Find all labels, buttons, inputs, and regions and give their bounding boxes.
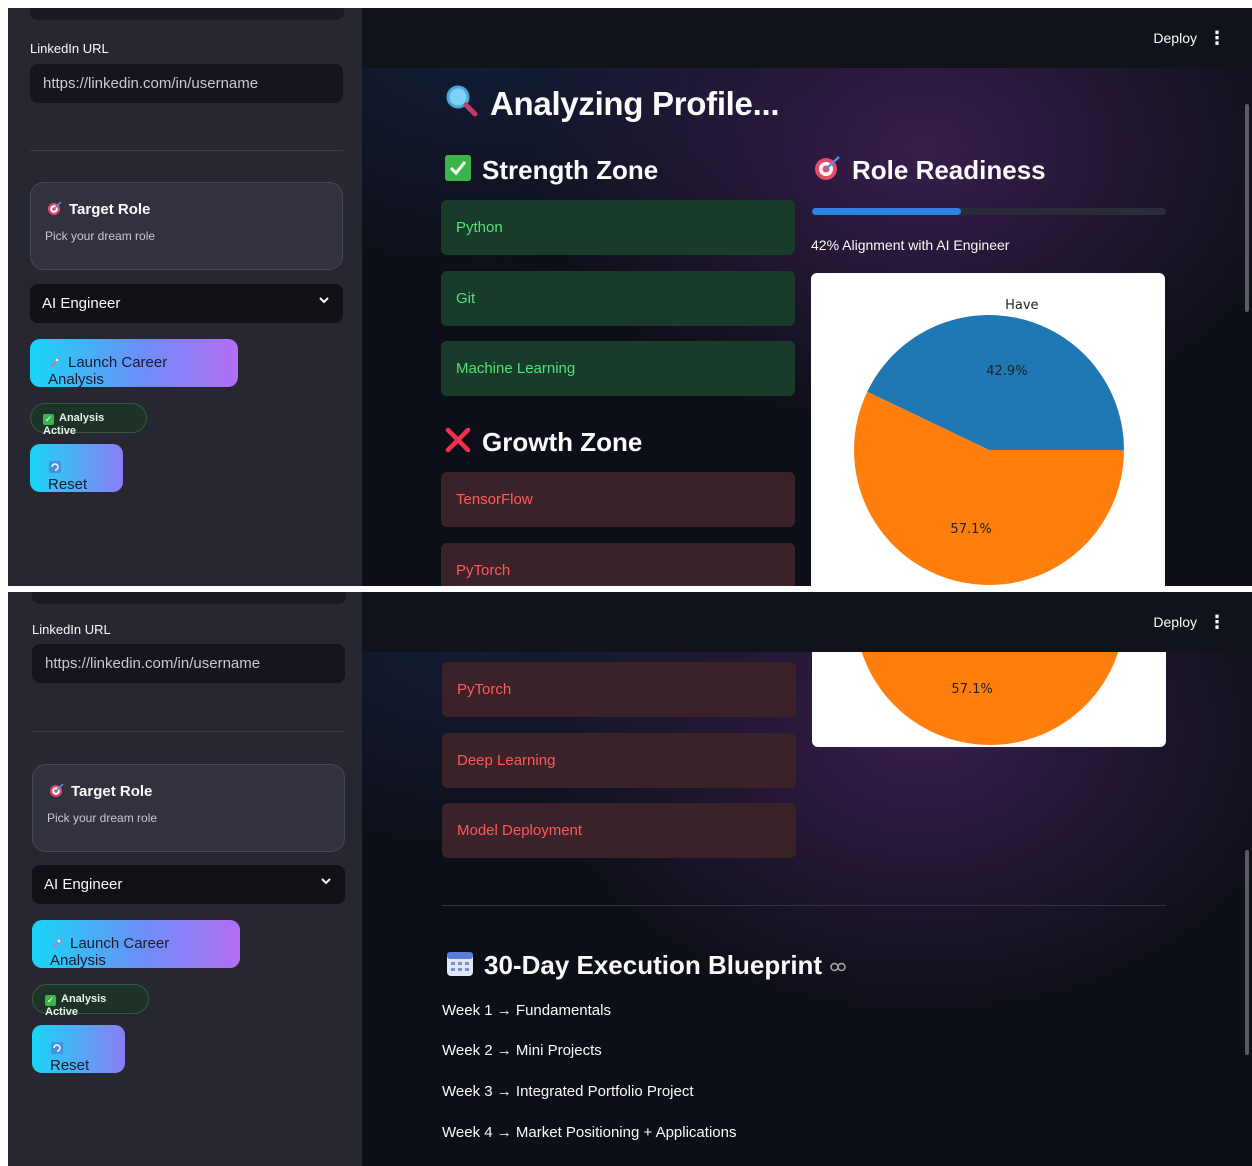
strength-chip: Python bbox=[441, 200, 795, 255]
rocket-icon bbox=[52, 937, 63, 948]
screenshot-bottom: LinkedIn URL https://linkedin.com/in/use… bbox=[8, 592, 1252, 1166]
sidebar: LinkedIn URL https://linkedin.com/in/use… bbox=[8, 592, 362, 1166]
target-role-card: Target Role Pick your dream role bbox=[32, 764, 345, 852]
growth-chip: PyTorch bbox=[441, 543, 795, 586]
pie-chart: 42.9%Have57.1%Missing bbox=[854, 298, 1124, 586]
sidebar-divider bbox=[32, 731, 345, 732]
menu-icon[interactable]: ⋮ bbox=[1208, 29, 1226, 47]
refresh-icon bbox=[51, 1042, 63, 1054]
deploy-button[interactable]: Deploy bbox=[1153, 30, 1197, 46]
top-bar: Deploy ⋮ bbox=[362, 8, 1252, 68]
growth-chip: PyTorch bbox=[442, 662, 796, 717]
blueprint-heading-text: 30-Day Execution Blueprint bbox=[484, 950, 823, 980]
target-icon bbox=[48, 201, 62, 215]
target-role-title-text: Target Role bbox=[71, 783, 153, 800]
main-area: Deploy ⋮ Analyzing Profile... Strength Z… bbox=[362, 8, 1252, 586]
readiness-progress-fill bbox=[812, 208, 961, 215]
reset-button[interactable]: Reset bbox=[32, 1025, 125, 1074]
main-area: PyTorch Deep Learning Model Deployment 4… bbox=[362, 592, 1252, 1166]
analysis-active-badge: ✓ Analysis Active bbox=[30, 403, 147, 437]
screenshot-top: LinkedIn URL https://linkedin.com/in/use… bbox=[8, 8, 1252, 586]
linkedin-label: LinkedIn URL bbox=[30, 41, 109, 56]
target-role-subtitle: Pick your dream role bbox=[45, 229, 156, 243]
rocket-icon bbox=[50, 356, 61, 367]
launch-button-label: Launch Career Analysis bbox=[48, 354, 168, 388]
pie-value-label: 42.9% bbox=[986, 364, 1027, 379]
target-role-title-text: Target Role bbox=[69, 201, 151, 218]
role-select-value: AI Engineer bbox=[42, 295, 121, 312]
strength-zone-heading: Strength Zone bbox=[444, 154, 658, 186]
pie-chart-card: 42.9%Have57.1%Missing bbox=[811, 273, 1165, 586]
target-role-card: Target Role Pick your dream role bbox=[30, 182, 343, 270]
reset-button-label: Reset bbox=[50, 1057, 90, 1074]
growth-heading-text: Growth Zone bbox=[482, 427, 643, 457]
launch-button-label: Launch Career Analysis bbox=[50, 935, 170, 969]
week-item: Week 3 → Integrated Portfolio Project bbox=[442, 1083, 694, 1100]
menu-icon[interactable]: ⋮ bbox=[1208, 613, 1226, 631]
week-item: Week 4 → Market Positioning + Applicatio… bbox=[442, 1124, 737, 1141]
target-role-subtitle: Pick your dream role bbox=[47, 811, 158, 825]
role-select[interactable]: AI Engineer bbox=[30, 284, 343, 323]
strength-chip: Machine Learning bbox=[441, 341, 795, 396]
target-role-title: Target Role bbox=[47, 200, 150, 218]
launch-career-analysis-button[interactable]: Launch Career Analysis bbox=[30, 339, 238, 388]
reset-button-label: Reset bbox=[48, 476, 88, 493]
sidebar-divider bbox=[30, 150, 343, 151]
week-item: Week 1 → Fundamentals bbox=[442, 1002, 611, 1019]
launch-career-analysis-button[interactable]: Launch Career Analysis bbox=[32, 920, 240, 969]
check-icon: ✓ bbox=[45, 995, 56, 1006]
week-item: Week 2 → Mini Projects bbox=[442, 1042, 602, 1059]
blueprint-heading: 30-Day Execution Blueprint bbox=[446, 949, 846, 981]
target-role-title: Target Role bbox=[49, 782, 152, 800]
previous-input-stub[interactable] bbox=[32, 592, 346, 604]
growth-chip: Deep Learning bbox=[442, 733, 796, 788]
top-bar: Deploy ⋮ bbox=[362, 592, 1252, 652]
refresh-icon bbox=[49, 461, 61, 473]
linkedin-input[interactable]: https://linkedin.com/in/username bbox=[32, 644, 345, 683]
sidebar: LinkedIn URL https://linkedin.com/in/use… bbox=[8, 8, 362, 586]
role-readiness-heading: Role Readiness bbox=[814, 154, 1046, 186]
strength-chip: Git bbox=[441, 271, 795, 326]
target-icon bbox=[50, 783, 64, 797]
growth-chip: TensorFlow bbox=[441, 472, 795, 527]
chevron-down-icon bbox=[321, 878, 331, 885]
role-select-value: AI Engineer bbox=[44, 876, 123, 893]
linkedin-input[interactable]: https://linkedin.com/in/username bbox=[30, 64, 343, 103]
scrollbar-thumb[interactable] bbox=[1245, 850, 1249, 1055]
readiness-progress-bar bbox=[812, 208, 1166, 215]
readiness-heading-text: Role Readiness bbox=[852, 155, 1046, 185]
target-icon bbox=[815, 156, 840, 180]
growth-zone-heading: Growth Zone bbox=[444, 426, 642, 458]
pie-value-label: 57.1% bbox=[950, 522, 991, 537]
readiness-caption: 42% Alignment with AI Engineer bbox=[811, 237, 1010, 253]
previous-input-stub[interactable] bbox=[30, 8, 344, 20]
calendar-icon bbox=[447, 952, 473, 976]
chevron-down-icon bbox=[319, 297, 329, 304]
section-divider bbox=[442, 905, 1166, 906]
analysis-active-badge: ✓ Analysis Active bbox=[32, 984, 149, 1018]
link-icon[interactable] bbox=[830, 962, 846, 972]
page-title: Analyzing Profile... bbox=[444, 83, 780, 123]
page-title-text: Analyzing Profile... bbox=[490, 85, 780, 122]
scrollbar-thumb[interactable] bbox=[1245, 104, 1249, 312]
pie-category-label: Have bbox=[1005, 298, 1038, 313]
strength-heading-text: Strength Zone bbox=[482, 155, 659, 185]
linkedin-label: LinkedIn URL bbox=[32, 622, 111, 637]
reset-button[interactable]: Reset bbox=[30, 444, 123, 493]
pie-value-label: 57.1% bbox=[951, 682, 992, 697]
role-select[interactable]: AI Engineer bbox=[32, 865, 345, 904]
cross-icon bbox=[445, 427, 471, 453]
check-icon: ✓ bbox=[43, 414, 54, 425]
growth-chip: Model Deployment bbox=[442, 803, 796, 858]
magnifier-icon bbox=[446, 85, 478, 117]
checkmark-icon bbox=[445, 155, 471, 181]
deploy-button[interactable]: Deploy bbox=[1153, 614, 1197, 630]
